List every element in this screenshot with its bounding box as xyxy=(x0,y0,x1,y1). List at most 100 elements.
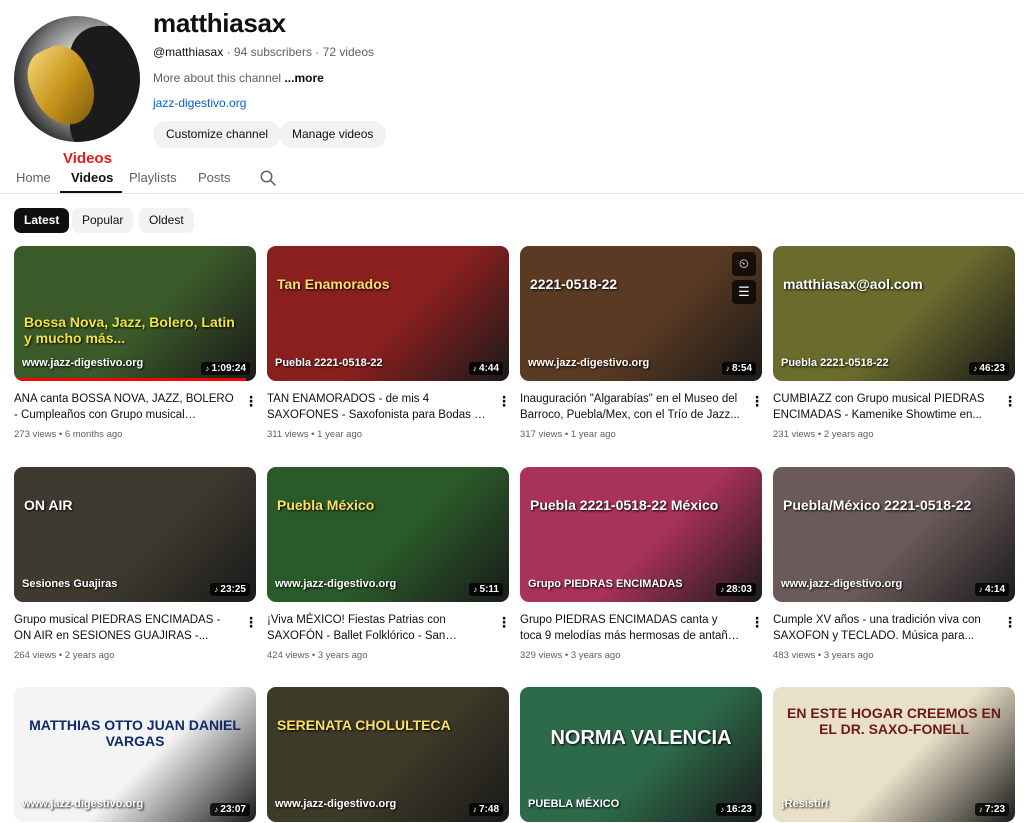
chip-latest[interactable]: Latest xyxy=(14,208,70,233)
thumbnail-caption: PUEBLA MÉXICO xyxy=(528,798,620,810)
video-card[interactable]: Tan Enamorados Puebla 2221-0518-22 4:44 … xyxy=(267,246,511,446)
video-meta: 329 views • 3 years ago xyxy=(520,650,621,661)
video-title[interactable]: Cumple XV años - una tradición viva con … xyxy=(773,612,993,644)
thumbnail-overlay-text: Puebla 2221-0518-22 México xyxy=(530,497,719,513)
video-title[interactable]: Inauguración "Algarabías" en el Museo de… xyxy=(520,391,740,423)
tabs-divider xyxy=(0,193,1024,194)
chip-oldest[interactable]: Oldest xyxy=(139,208,194,233)
manage-videos-button[interactable]: Manage videos xyxy=(279,121,387,148)
thumbnail-caption: www.jazz-digestivo.org xyxy=(275,578,397,590)
videos-tab-hint: Videos xyxy=(63,150,112,167)
channel-avatar[interactable] xyxy=(14,16,140,142)
more-actions-icon[interactable]: ⋮ xyxy=(1003,392,1017,410)
chip-popular[interactable]: Popular xyxy=(72,208,134,233)
video-duration: 4:14 xyxy=(974,583,1009,596)
video-title[interactable]: TAN ENAMORADOS - de mis 4 SAXOFONES - Sa… xyxy=(267,391,487,423)
thumbnail-overlay-text: 2221-0518-22 xyxy=(530,276,618,292)
video-card[interactable]: SERENATA CHOLULTECA www.jazz-digestivo.o… xyxy=(267,687,509,823)
thumbnail-caption: Grupo PIEDRAS ENCIMADAS xyxy=(528,578,683,590)
customize-channel-button[interactable]: Customize channel xyxy=(153,121,282,148)
video-card[interactable]: Puebla 2221-0518-22 México Grupo PIEDRAS… xyxy=(520,467,764,667)
search-icon[interactable] xyxy=(259,169,277,187)
video-title[interactable]: Grupo PIEDRAS ENCIMADAS canta y toca 9 m… xyxy=(520,612,740,644)
thumbnail-caption: www.jazz-digestivo.org xyxy=(781,578,903,590)
video-thumbnail[interactable]: SERENATA CHOLULTECA www.jazz-digestivo.o… xyxy=(267,687,509,822)
video-thumbnail[interactable]: Tan Enamorados Puebla 2221-0518-22 4:44 xyxy=(267,246,509,381)
video-meta: 264 views • 2 years ago xyxy=(14,650,115,661)
video-card[interactable]: 2221-0518-22 www.jazz-digestivo.org 8:54… xyxy=(520,246,764,446)
about-more-link[interactable]: ...more xyxy=(284,71,323,85)
thumbnail-overlay-text: Tan Enamorados xyxy=(277,276,390,292)
video-thumbnail[interactable]: Puebla 2221-0518-22 México Grupo PIEDRAS… xyxy=(520,467,762,602)
video-thumbnail[interactable]: matthiasax@aol.com Puebla 2221-0518-22 4… xyxy=(773,246,1015,381)
video-thumbnail[interactable]: Puebla México www.jazz-digestivo.org 5:1… xyxy=(267,467,509,602)
video-thumbnail[interactable]: ON AIR Sesiones Guajiras 23:25 xyxy=(14,467,256,602)
channel-handle: @matthiasax xyxy=(153,45,224,59)
video-title[interactable]: CUMBIAZZ con Grupo musical PIEDRAS ENCIM… xyxy=(773,391,993,423)
thumbnail-overlay-text: MATTHIAS OTTO JUAN DANIEL VARGAS xyxy=(29,717,241,749)
video-thumbnail[interactable]: Puebla/México 2221-0518-22 www.jazz-dige… xyxy=(773,467,1015,602)
more-actions-icon[interactable]: ⋮ xyxy=(497,392,511,410)
video-thumbnail[interactable]: NORMA VALENCIA PUEBLA MÉXICO 16:23 xyxy=(520,687,762,822)
video-card[interactable]: Puebla/México 2221-0518-22 www.jazz-dige… xyxy=(773,467,1017,667)
video-card[interactable]: MATTHIAS OTTO JUAN DANIEL VARGAS www.jaz… xyxy=(14,687,256,823)
thumbnail-overlay-text: Puebla/México 2221-0518-22 xyxy=(783,497,972,513)
video-meta: 311 views • 1 year ago xyxy=(267,429,363,440)
video-card[interactable]: matthiasax@aol.com Puebla 2221-0518-22 4… xyxy=(773,246,1017,446)
watch-progress-bar xyxy=(14,378,247,381)
video-title[interactable]: ¡Viva MÉXICO! Fiestas Patrias con SAXOFÓ… xyxy=(267,612,487,644)
video-card[interactable]: ON AIR Sesiones Guajiras 23:25 Grupo mus… xyxy=(14,467,258,667)
thumbnail-overlay-text: EN ESTE HOGAR CREEMOS EN EL DR. SAXO-FON… xyxy=(787,705,1001,737)
video-thumbnail[interactable]: 2221-0518-22 www.jazz-digestivo.org 8:54… xyxy=(520,246,762,381)
more-actions-icon[interactable]: ⋮ xyxy=(1003,613,1017,631)
more-actions-icon[interactable]: ⋮ xyxy=(244,613,258,631)
thumbnail-caption: www.jazz-digestivo.org xyxy=(22,798,144,810)
thumbnail-caption: ¡Resistir! xyxy=(781,798,829,810)
video-meta: 231 views • 2 years ago xyxy=(773,429,874,440)
add-to-queue-icon[interactable]: ☰ xyxy=(732,280,756,304)
thumbnail-caption: Sesiones Guajiras xyxy=(22,578,118,590)
video-meta: 424 views • 3 years ago xyxy=(267,650,368,661)
video-duration: 1:09:24 xyxy=(201,362,250,375)
video-thumbnail[interactable]: EN ESTE HOGAR CREEMOS EN EL DR. SAXO-FON… xyxy=(773,687,1015,822)
video-duration: 7:23 xyxy=(974,803,1009,816)
video-meta: 483 views • 3 years ago xyxy=(773,650,874,661)
video-duration: 23:25 xyxy=(210,583,250,596)
video-duration: 4:44 xyxy=(468,362,503,375)
video-duration: 5:11 xyxy=(469,583,503,596)
thumbnail-caption: Puebla 2221-0518-22 xyxy=(781,357,889,369)
video-thumbnail[interactable]: MATTHIAS OTTO JUAN DANIEL VARGAS www.jaz… xyxy=(14,687,256,822)
channel-meta: @matthiasax · 94 subscribers · 72 videos xyxy=(153,45,375,59)
video-card[interactable]: NORMA VALENCIA PUEBLA MÉXICO 16:23 xyxy=(520,687,762,823)
video-card[interactable]: Puebla México www.jazz-digestivo.org 5:1… xyxy=(267,467,511,667)
more-actions-icon[interactable]: ⋮ xyxy=(497,613,511,631)
subscriber-count: 94 subscribers xyxy=(233,45,312,59)
more-actions-icon[interactable]: ⋮ xyxy=(750,392,764,410)
video-duration: 7:48 xyxy=(468,803,503,816)
video-duration: 8:54 xyxy=(721,362,756,375)
more-actions-icon[interactable]: ⋮ xyxy=(244,392,258,410)
video-title[interactable]: ANA canta BOSSA NOVA, JAZZ, BOLERO - Cum… xyxy=(14,391,234,423)
video-count: 72 videos xyxy=(322,45,375,59)
thumbnail-overlay-text: ON AIR xyxy=(24,497,73,513)
video-duration: 46:23 xyxy=(969,362,1009,375)
channel-about[interactable]: More about this channel ...more xyxy=(153,71,324,85)
channel-name: matthiasax xyxy=(153,8,286,38)
video-thumbnail[interactable]: Bossa Nova, Jazz, Bolero, Latin y mucho … xyxy=(14,246,256,381)
tab-home[interactable]: Home xyxy=(16,170,51,185)
tab-posts[interactable]: Posts xyxy=(198,170,231,185)
video-meta: 317 views • 1 year ago xyxy=(520,429,616,440)
thumbnail-overlay-text: Puebla México xyxy=(277,497,375,513)
thumbnail-caption: www.jazz-digestivo.org xyxy=(22,357,144,369)
video-card[interactable]: Bossa Nova, Jazz, Bolero, Latin y mucho … xyxy=(14,246,258,446)
thumbnail-overlay-text: Bossa Nova, Jazz, Bolero, Latin y mucho … xyxy=(24,314,235,346)
more-actions-icon[interactable]: ⋮ xyxy=(750,613,764,631)
watch-later-icon[interactable]: ⏲ xyxy=(732,252,756,276)
thumbnail-overlay-text: NORMA VALENCIA xyxy=(550,727,732,749)
video-card[interactable]: EN ESTE HOGAR CREEMOS EN EL DR. SAXO-FON… xyxy=(773,687,1015,823)
tab-videos[interactable]: Videos xyxy=(71,170,113,185)
video-duration: 16:23 xyxy=(716,803,756,816)
tab-playlists[interactable]: Playlists xyxy=(129,170,177,185)
video-title[interactable]: Grupo musical PIEDRAS ENCIMADAS - ON AIR… xyxy=(14,612,234,644)
channel-website-link[interactable]: jazz-digestivo.org xyxy=(153,96,246,110)
